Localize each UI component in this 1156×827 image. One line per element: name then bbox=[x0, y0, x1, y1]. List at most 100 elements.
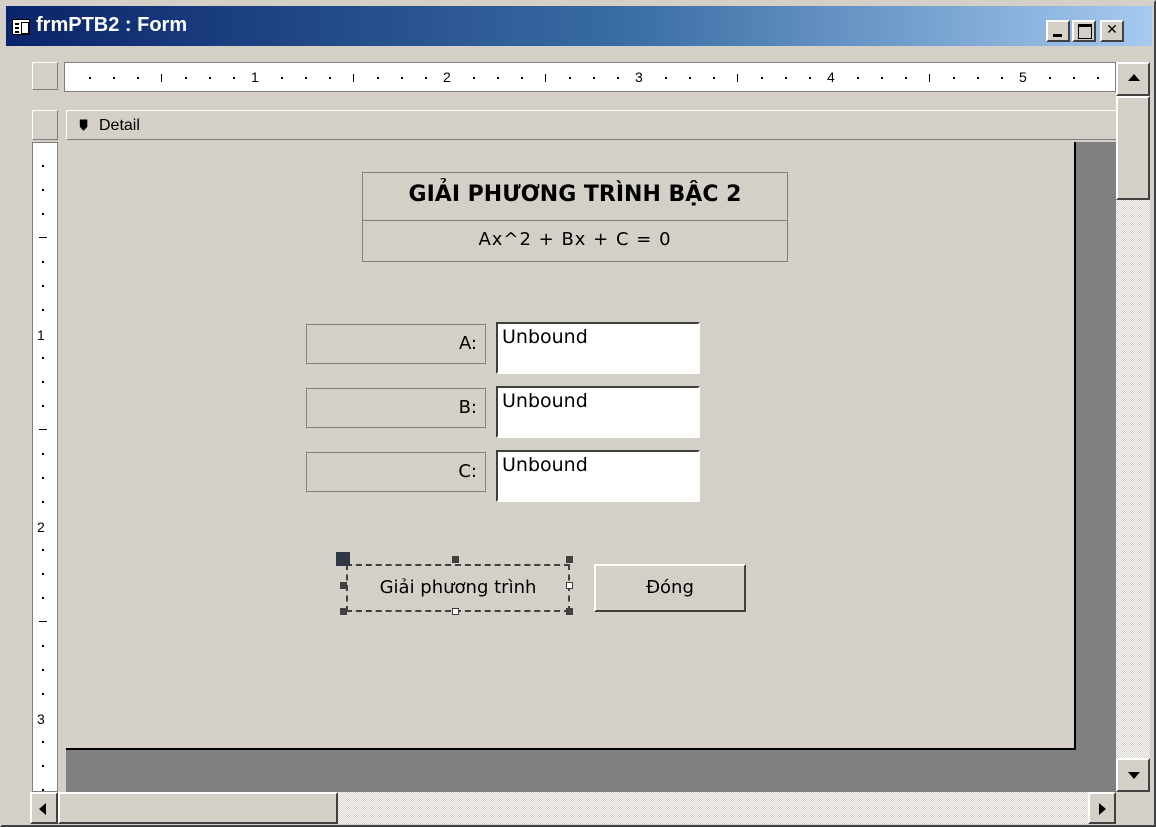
ruler-tick bbox=[42, 597, 44, 599]
ruler-tick bbox=[953, 77, 955, 79]
title-label-box[interactable]: GIẢI PHƯƠNG TRÌNH BẬC 2 Ax^2 + Bx + C = … bbox=[362, 172, 788, 262]
ruler-tick bbox=[905, 77, 907, 79]
form-title[interactable]: GIẢI PHƯƠNG TRÌNH BẬC 2 bbox=[363, 173, 787, 221]
resize-handle[interactable] bbox=[566, 556, 573, 563]
ruler-tick bbox=[42, 573, 44, 575]
ruler-tick bbox=[42, 501, 44, 503]
label-c[interactable]: C: bbox=[306, 452, 486, 492]
ruler-tick bbox=[42, 285, 44, 287]
ruler-tick bbox=[1097, 77, 1099, 79]
textbox-a[interactable]: Unbound bbox=[496, 322, 700, 374]
solve-button[interactable]: Giải phương trình bbox=[346, 564, 570, 612]
vertical-scroll-thumb[interactable] bbox=[1116, 96, 1150, 200]
form-icon[interactable] bbox=[12, 19, 30, 35]
label-b[interactable]: B: bbox=[306, 388, 486, 428]
ruler-tick bbox=[929, 74, 930, 82]
move-handle[interactable] bbox=[336, 552, 350, 566]
ruler-tick bbox=[39, 621, 47, 622]
ruler-tick bbox=[425, 77, 427, 79]
ruler-tick bbox=[809, 77, 811, 79]
vertical-scrollbar[interactable] bbox=[1116, 62, 1150, 792]
resize-handle[interactable] bbox=[340, 608, 347, 615]
ruler-tick bbox=[42, 789, 44, 791]
ruler-tick bbox=[185, 77, 187, 79]
ruler-tick bbox=[42, 765, 44, 767]
ruler-tick bbox=[209, 77, 211, 79]
ruler-tick bbox=[737, 74, 738, 82]
textbox-c[interactable]: Unbound bbox=[496, 450, 700, 502]
minimize-button[interactable] bbox=[1046, 20, 1070, 42]
ruler-tick bbox=[473, 77, 475, 79]
equation-label[interactable]: Ax^2 + Bx + C = 0 bbox=[363, 221, 787, 261]
ruler-tick bbox=[42, 189, 44, 191]
maximize-button[interactable] bbox=[1072, 20, 1096, 42]
ruler-tick bbox=[42, 669, 44, 671]
ruler-tick bbox=[42, 381, 44, 383]
ruler-tick bbox=[545, 74, 546, 82]
title-bar[interactable]: frmPTB2 : Form ✕ bbox=[6, 6, 1152, 46]
resize-handle[interactable] bbox=[566, 608, 573, 615]
ruler-tick bbox=[42, 261, 44, 263]
ruler-tick bbox=[42, 549, 44, 551]
scroll-up-button[interactable] bbox=[1116, 62, 1150, 96]
scroll-left-button[interactable] bbox=[30, 792, 58, 824]
horizontal-scrollbar[interactable] bbox=[30, 792, 1116, 824]
ruler-tick bbox=[1001, 77, 1003, 79]
ruler-number: 4 bbox=[827, 69, 835, 85]
ruler-number: 1 bbox=[37, 327, 45, 343]
ruler-tick bbox=[89, 77, 91, 79]
ruler-tick bbox=[42, 405, 44, 407]
form-design-window: frmPTB2 : Form ✕ 1 2 3 4 5 1 2 3 🠷 Detai… bbox=[0, 0, 1156, 827]
ruler-number: 3 bbox=[635, 69, 643, 85]
section-selector[interactable] bbox=[32, 110, 58, 140]
ruler-tick bbox=[377, 77, 379, 79]
form-detail-area[interactable]: GIẢI PHƯƠNG TRÌNH BẬC 2 Ax^2 + Bx + C = … bbox=[66, 142, 1076, 750]
window-title: frmPTB2 : Form bbox=[36, 14, 188, 36]
textbox-b[interactable]: Unbound bbox=[496, 386, 700, 438]
ruler-tick bbox=[569, 77, 571, 79]
form-selector[interactable] bbox=[32, 62, 58, 90]
detail-section-bar[interactable]: 🠷 Detail bbox=[66, 110, 1118, 140]
resize-handle[interactable] bbox=[340, 582, 347, 589]
horizontal-scroll-thumb[interactable] bbox=[58, 792, 338, 824]
ruler-tick bbox=[761, 77, 763, 79]
ruler-number: 1 bbox=[251, 69, 259, 85]
ruler-tick bbox=[977, 77, 979, 79]
ruler-tick bbox=[593, 77, 595, 79]
ruler-tick bbox=[42, 693, 44, 695]
horizontal-ruler[interactable]: 1 2 3 4 5 bbox=[64, 62, 1116, 92]
ruler-tick bbox=[305, 77, 307, 79]
design-workspace: GIẢI PHƯƠNG TRÌNH BẬC 2 Ax^2 + Bx + C = … bbox=[66, 142, 1116, 792]
ruler-tick bbox=[497, 77, 499, 79]
ruler-tick bbox=[42, 741, 44, 743]
scroll-right-button[interactable] bbox=[1088, 792, 1116, 824]
ruler-tick bbox=[161, 74, 162, 82]
resize-handle[interactable] bbox=[452, 608, 459, 615]
ruler-tick bbox=[39, 237, 47, 238]
ruler-tick bbox=[617, 77, 619, 79]
ruler-tick bbox=[329, 77, 331, 79]
ruler-number: 5 bbox=[1019, 69, 1027, 85]
vertical-ruler[interactable]: 1 2 3 bbox=[32, 142, 58, 792]
ruler-tick bbox=[665, 77, 667, 79]
ruler-tick bbox=[39, 429, 47, 430]
close-button[interactable]: ✕ bbox=[1100, 20, 1124, 42]
ruler-tick bbox=[1073, 77, 1075, 79]
scroll-down-button[interactable] bbox=[1116, 758, 1150, 792]
resize-handle[interactable] bbox=[452, 556, 459, 563]
ruler-tick bbox=[42, 165, 44, 167]
close-form-button[interactable]: Đóng bbox=[594, 564, 746, 612]
ruler-tick bbox=[113, 77, 115, 79]
resize-handle[interactable] bbox=[566, 582, 573, 589]
ruler-tick bbox=[42, 309, 44, 311]
ruler-tick bbox=[689, 77, 691, 79]
ruler-tick bbox=[401, 77, 403, 79]
ruler-tick bbox=[785, 77, 787, 79]
ruler-tick bbox=[713, 77, 715, 79]
ruler-tick bbox=[42, 453, 44, 455]
ruler-tick bbox=[857, 77, 859, 79]
ruler-tick bbox=[353, 74, 354, 82]
ruler-tick bbox=[42, 477, 44, 479]
ruler-tick bbox=[281, 77, 283, 79]
label-a[interactable]: A: bbox=[306, 324, 486, 364]
